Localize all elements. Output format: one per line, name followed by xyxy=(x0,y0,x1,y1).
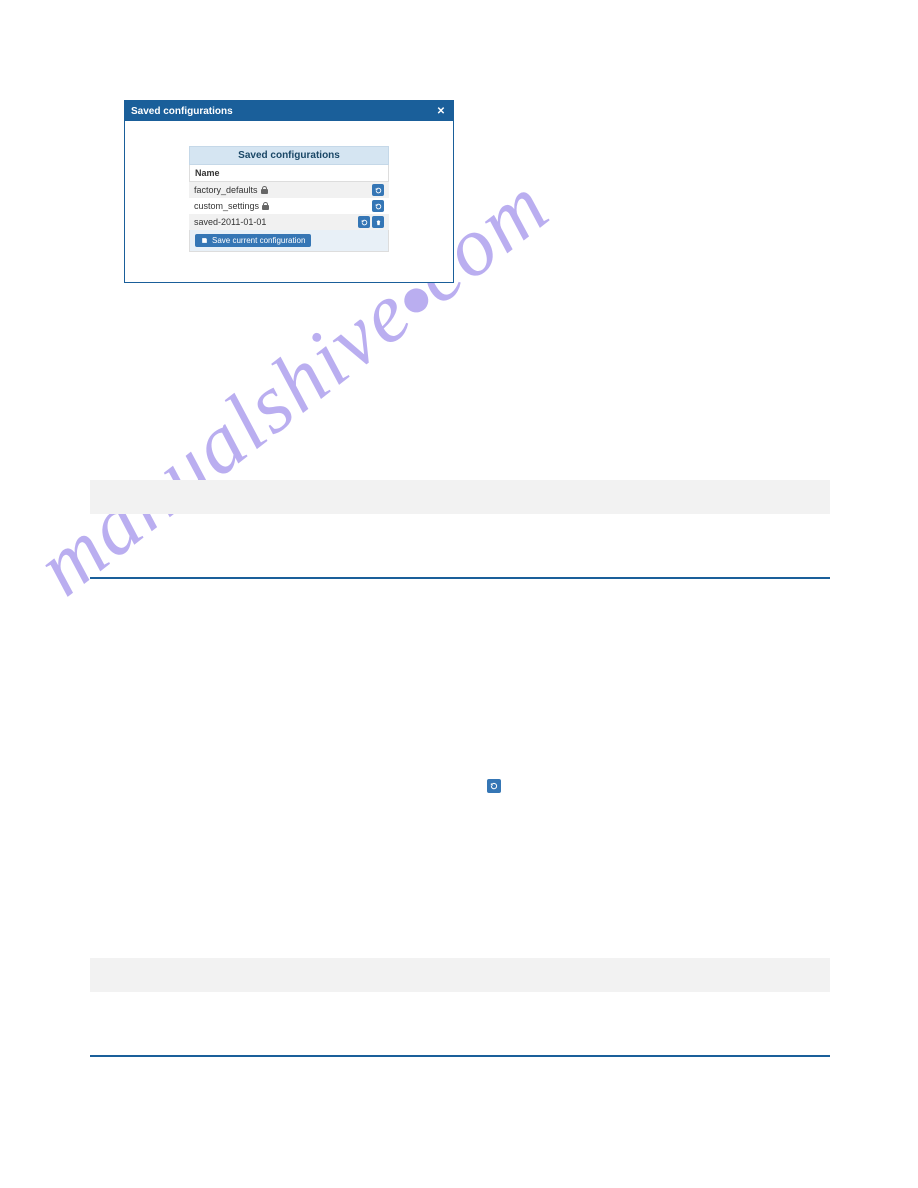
save-button-row: Save current configuration xyxy=(189,230,389,252)
row-name: saved-2011-01-01 xyxy=(194,217,266,227)
floppy-icon xyxy=(201,237,208,244)
table-header: Saved configurations xyxy=(189,146,389,165)
restore-icon xyxy=(487,779,501,793)
configurations-table: Saved configurations Name factory_defaul… xyxy=(189,146,389,252)
watermark-text: manualshivecom xyxy=(11,151,909,1049)
restore-icon[interactable] xyxy=(372,200,384,212)
content-block xyxy=(90,958,830,992)
restore-icon[interactable] xyxy=(372,184,384,196)
dialog-title: Saved configurations xyxy=(131,106,233,117)
table-row: factory_defaults xyxy=(189,182,389,198)
table-row: custom_settings xyxy=(189,198,389,214)
section-divider xyxy=(90,577,830,579)
table-row: saved-2011-01-01 xyxy=(189,214,389,230)
saved-configurations-dialog: Saved configurations ✕ Saved configurati… xyxy=(124,100,454,283)
row-name: factory_defaults xyxy=(194,185,268,195)
dialog-titlebar: Saved configurations ✕ xyxy=(125,101,453,121)
section-divider xyxy=(90,1055,830,1057)
lock-icon xyxy=(261,186,268,194)
restore-icon[interactable] xyxy=(358,216,370,228)
lock-icon xyxy=(262,202,269,210)
delete-icon[interactable] xyxy=(372,216,384,228)
config-rows: factory_defaults custom_settings xyxy=(189,182,389,230)
content-block xyxy=(90,480,830,514)
close-icon[interactable]: ✕ xyxy=(435,105,447,117)
row-name: custom_settings xyxy=(194,201,269,211)
save-current-configuration-button[interactable]: Save current configuration xyxy=(195,234,311,247)
column-header-name: Name xyxy=(189,165,389,182)
